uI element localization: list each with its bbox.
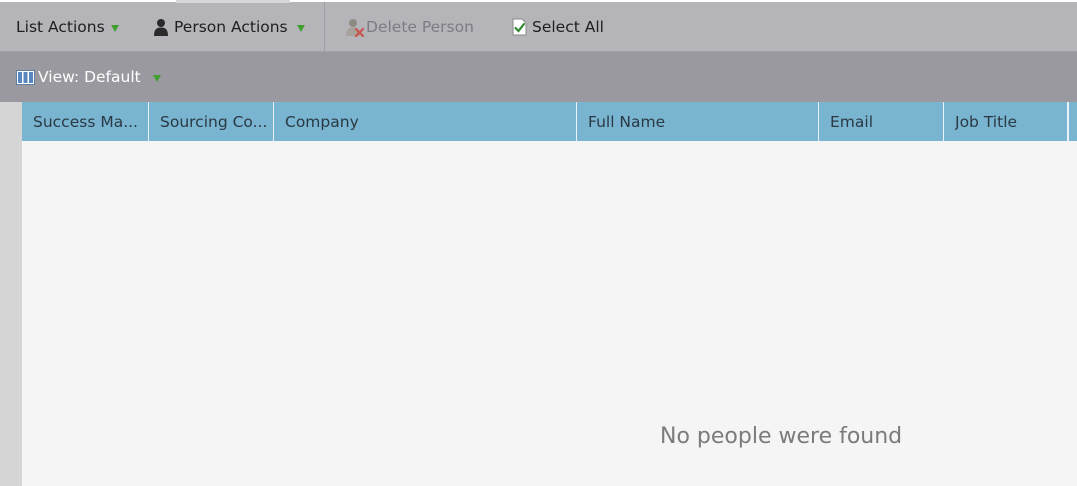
- view-selector[interactable]: View: Default: [16, 52, 161, 102]
- checkbox-page-icon: [512, 18, 527, 36]
- delete-person-icon: [345, 18, 364, 37]
- grid-body: [22, 141, 1077, 486]
- list-actions-menu[interactable]: List Actions: [16, 2, 119, 52]
- column-label: Success Ma...: [33, 112, 138, 131]
- toolbar: List Actions Person Actions Delete Perso…: [0, 0, 1077, 52]
- chevron-down-icon: [296, 24, 305, 32]
- column-header-job-title[interactable]: Job Title: [944, 102, 1068, 141]
- person-icon: [154, 18, 168, 36]
- column-label: Sourcing Co...: [160, 112, 268, 131]
- grid-row-handle-strip: [0, 102, 22, 486]
- column-header-success-manager[interactable]: Success Ma...: [22, 102, 149, 141]
- column-label: Company: [285, 112, 359, 131]
- toolbar-divider: [324, 2, 325, 52]
- person-actions-menu[interactable]: Person Actions: [154, 2, 305, 52]
- view-bar: View: Default: [0, 52, 1077, 102]
- chevron-down-icon: [152, 74, 161, 82]
- column-label: Job Title: [955, 112, 1018, 131]
- person-actions-label: Person Actions: [174, 18, 288, 36]
- columns-view-icon: [16, 69, 35, 85]
- column-header-company[interactable]: Company: [274, 102, 577, 141]
- column-label: Full Name: [588, 112, 666, 131]
- list-actions-label: List Actions: [16, 18, 105, 36]
- select-all-button[interactable]: Select All: [512, 2, 604, 52]
- column-header-sourcing-company[interactable]: Sourcing Co...: [149, 102, 274, 141]
- delete-person-button[interactable]: Delete Person: [345, 2, 474, 52]
- column-header-email[interactable]: Email: [819, 102, 944, 141]
- app-window: List Actions Person Actions Delete Perso…: [0, 0, 1077, 486]
- grid-header: Success Ma... Sourcing Co... Company Ful…: [22, 102, 1077, 141]
- select-all-label: Select All: [532, 18, 604, 36]
- column-header-full-name[interactable]: Full Name: [577, 102, 819, 141]
- view-label: View: Default: [38, 68, 141, 86]
- delete-person-label: Delete Person: [366, 18, 474, 36]
- column-label: Email: [830, 112, 874, 131]
- chevron-down-icon: [110, 24, 119, 32]
- empty-state-message: No people were found: [660, 424, 903, 449]
- header-scroll-spacer: [1068, 102, 1077, 141]
